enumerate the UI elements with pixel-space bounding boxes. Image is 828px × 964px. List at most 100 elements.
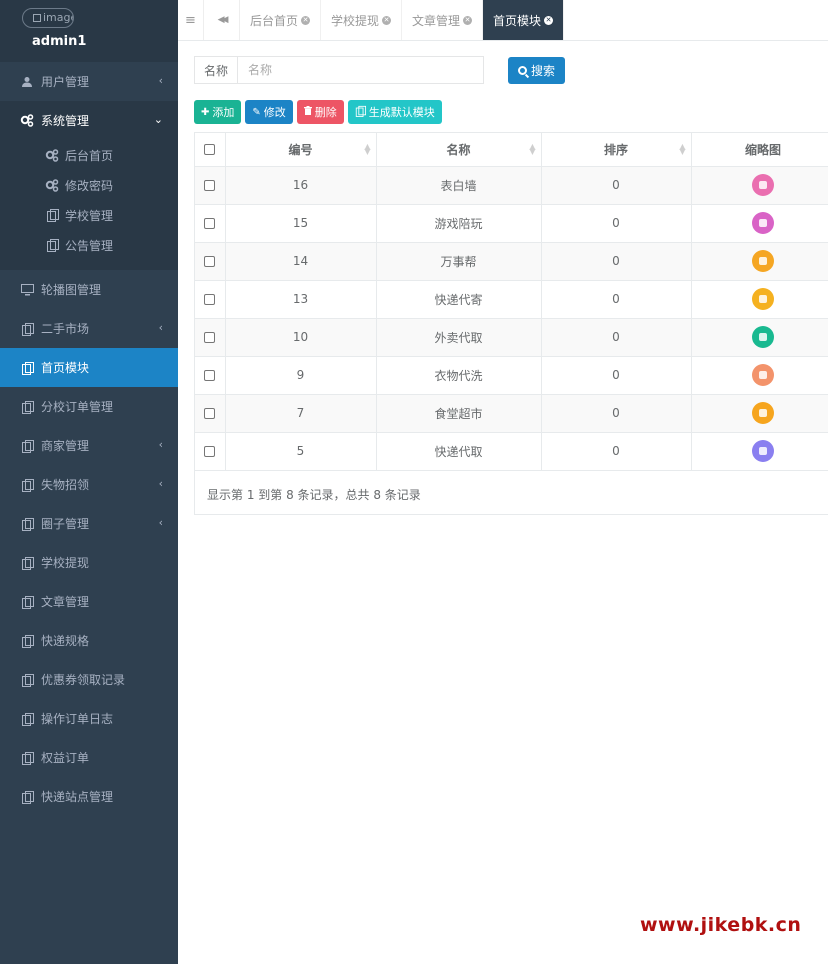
row-select-cell [195, 204, 226, 243]
sidebar-item-coupon-records[interactable]: 优惠券领取记录 [0, 660, 178, 699]
chevron-left-icon: ‹ [158, 321, 163, 334]
avatar-broken-image[interactable]: image [22, 8, 74, 28]
copy-icon [45, 238, 59, 252]
generate-default-modules-button[interactable]: 生成默认模块 [347, 100, 442, 124]
edit-button[interactable]: ✎ 修改 [245, 100, 293, 124]
row-checkbox[interactable] [204, 332, 216, 343]
copy-icon [355, 105, 366, 120]
delete-button-label: 删除 [314, 106, 337, 119]
close-icon[interactable]: ✕ [463, 15, 473, 25]
sidebar-item-branch-orders[interactable]: 分校订单管理 [0, 387, 178, 426]
sidebar-item-school-withdrawal[interactable]: 学校提现 [0, 543, 178, 582]
tab-school-withdrawal[interactable]: 学校提现 ✕ [321, 0, 403, 40]
table-row[interactable]: 10 外卖代取 0 [195, 318, 828, 357]
close-icon[interactable]: ✕ [544, 15, 554, 25]
table-row[interactable]: 13 快递代寄 0 [195, 280, 828, 319]
cell-name: 食堂超市 [376, 394, 542, 433]
copy-icon [20, 595, 34, 609]
delete-button[interactable]: 删除 [296, 100, 344, 124]
table-row[interactable]: 5 快递代取 0 [195, 432, 828, 471]
cell-id: 15 [225, 204, 377, 243]
select-all-checkbox[interactable] [204, 144, 216, 156]
cell-sort: 0 [541, 280, 692, 319]
sort-icon: ▲ ▼ [679, 142, 686, 156]
edit-button-label: 修改 [263, 106, 286, 119]
thumbnail-image [752, 402, 774, 424]
menu-toggle-button[interactable]: ≡ [178, 0, 204, 40]
cell-sort: 0 [541, 394, 692, 433]
add-button[interactable]: ✚ 添加 [194, 100, 242, 124]
submenu-item-announcement-management[interactable]: 公告管理 [0, 230, 178, 260]
submenu-item-dashboard[interactable]: 后台首页 [0, 140, 178, 170]
tab-dashboard[interactable]: 后台首页 ✕ [240, 0, 322, 40]
pagination-summary: 显示第 1 到第 8 条记录，总共 8 条记录 [207, 488, 421, 502]
cell-thumbnail [691, 280, 828, 319]
close-icon[interactable]: ✕ [382, 15, 392, 25]
submenu-item-label: 修改密码 [65, 178, 114, 193]
copy-icon [20, 556, 34, 570]
row-checkbox[interactable] [204, 256, 216, 267]
column-header-id[interactable]: 编号 ▲ ▼ [225, 133, 377, 167]
cell-id: 13 [225, 280, 377, 319]
close-icon[interactable]: ✕ [301, 15, 311, 25]
chevron-down-icon: ⌄ [153, 113, 163, 126]
tab-article-management[interactable]: 文章管理 ✕ [402, 0, 484, 40]
user-icon [20, 75, 34, 89]
cell-thumbnail [691, 242, 828, 281]
sidebar-item-merchant-management[interactable]: 商家管理 ‹ [0, 426, 178, 465]
sidebar-item-label: 圈子管理 [41, 517, 90, 531]
row-select-cell [195, 318, 226, 357]
table-row[interactable]: 7 食堂超市 0 [195, 394, 828, 433]
row-checkbox[interactable] [204, 218, 216, 229]
cell-name: 表白墙 [376, 166, 542, 205]
row-checkbox[interactable] [204, 370, 216, 381]
sidebar-item-banner-management[interactable]: 轮播图管理 [0, 270, 178, 309]
monitor-icon [20, 283, 34, 297]
tab-scroll-left-button[interactable]: ◀◀ [204, 0, 240, 40]
sidebar-item-courier-station-management[interactable]: 快递站点管理 [0, 777, 178, 816]
sidebar-item-lost-and-found[interactable]: 失物招领 ‹ [0, 465, 178, 504]
trash-icon [303, 106, 312, 118]
search-button[interactable]: 搜索 [508, 57, 565, 84]
sidebar-item-system-management[interactable]: 系统管理 ⌄ [0, 101, 178, 140]
sidebar-item-second-hand-market[interactable]: 二手市场 ‹ [0, 309, 178, 348]
column-header-name[interactable]: 名称 ▲ ▼ [376, 133, 542, 167]
copy-icon [20, 751, 34, 765]
column-header-label: 编号 [288, 142, 313, 157]
row-checkbox[interactable] [204, 446, 216, 457]
sidebar-item-order-operation-log[interactable]: 操作订单日志 [0, 699, 178, 738]
tab-bar: ≡ ◀◀ 后台首页 ✕ 学校提现 ✕ 文章管理 ✕ 首页模块 ✕ [178, 0, 828, 41]
table-row[interactable]: 9 衣物代洗 0 [195, 356, 828, 395]
tab-label: 后台首页 [250, 13, 299, 28]
sidebar-item-label: 学校提现 [41, 556, 90, 570]
sidebar-item-article-management[interactable]: 文章管理 [0, 582, 178, 621]
column-header-sort[interactable]: 排序 ▲ ▼ [541, 133, 692, 167]
name-search-input[interactable] [237, 56, 484, 84]
sidebar-item-courier-specs[interactable]: 快递规格 [0, 621, 178, 660]
table-row[interactable]: 14 万事帮 0 [195, 242, 828, 281]
column-header-label: 缩略图 [744, 142, 781, 157]
row-checkbox[interactable] [204, 180, 216, 191]
tab-home-modules[interactable]: 首页模块 ✕ [483, 0, 565, 40]
sidebar-item-home-modules[interactable]: 首页模块 [0, 348, 178, 387]
pencil-icon: ✎ [252, 106, 261, 118]
system-submenu: 后台首页 修改密码 学校管理 公告管理 [0, 140, 178, 270]
profile-name[interactable]: admin1 [32, 34, 86, 49]
table-row[interactable]: 16 表白墙 0 [195, 166, 828, 205]
sidebar-item-label: 首页模块 [41, 361, 90, 375]
thumbnail-image [752, 288, 774, 310]
row-checkbox[interactable] [204, 294, 216, 305]
cell-name: 衣物代洗 [376, 356, 542, 395]
table-row[interactable]: 15 游戏陪玩 0 [195, 204, 828, 243]
sidebar-item-benefit-orders[interactable]: 权益订单 [0, 738, 178, 777]
submenu-item-label: 公告管理 [65, 238, 114, 253]
submenu-item-change-password[interactable]: 修改密码 [0, 170, 178, 200]
cell-thumbnail [691, 318, 828, 357]
row-checkbox[interactable] [204, 408, 216, 419]
sidebar-item-circle-management[interactable]: 圈子管理 ‹ [0, 504, 178, 543]
thumbnail-image [752, 440, 774, 462]
submenu-item-school-management[interactable]: 学校管理 [0, 200, 178, 230]
sidebar-item-user-management[interactable]: 用户管理 ‹ [0, 62, 178, 101]
cell-sort: 0 [541, 432, 692, 471]
tab-label: 文章管理 [412, 13, 461, 28]
